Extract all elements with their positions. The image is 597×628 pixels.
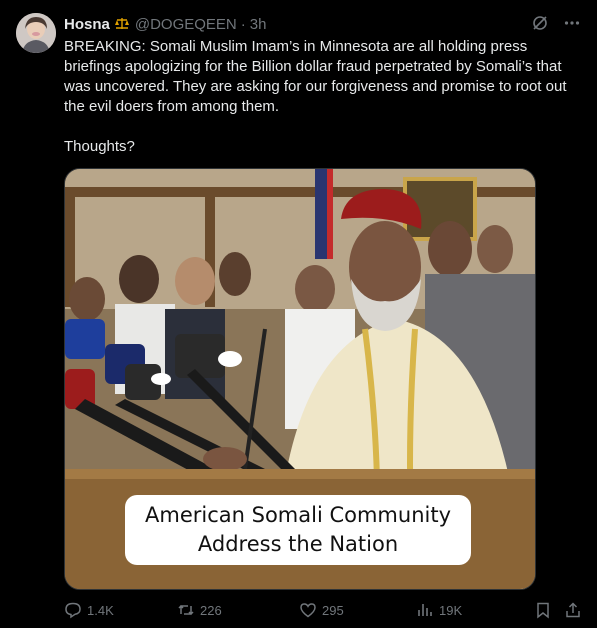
share-icon <box>566 602 580 618</box>
reply-count: 1.4K <box>87 602 114 618</box>
post-header: Hosna @DOGEQEEN · 3h <box>64 14 266 34</box>
post-text-question: Thoughts? <box>64 138 135 155</box>
like-button[interactable]: 295 <box>299 601 344 619</box>
repost-icon <box>178 604 194 616</box>
reply-icon <box>65 602 81 619</box>
scales-icon <box>114 16 130 32</box>
views-button[interactable]: 19K <box>416 601 462 619</box>
repost-count: 226 <box>200 602 222 618</box>
views-count: 19K <box>439 602 463 618</box>
avatar-image <box>16 13 56 53</box>
action-bar: 1.4K 226 295 19K <box>64 599 584 621</box>
share-button[interactable] <box>564 601 582 619</box>
post-text-paragraph: BREAKING: Somali Muslim Imam’s in Minnes… <box>64 38 567 115</box>
reply-button[interactable]: 1.4K <box>64 601 114 619</box>
caption-line-1: American Somali Community <box>145 503 451 527</box>
views-icon <box>418 604 432 616</box>
video-media[interactable]: American Somali Community Address the Na… <box>64 168 536 590</box>
grok-icon[interactable] <box>531 14 549 32</box>
repost-button[interactable]: 226 <box>177 601 222 619</box>
post[interactable]: Hosna @DOGEQEEN · 3h BREAKING: Somali Mu… <box>0 0 597 628</box>
post-text: BREAKING: Somali Muslim Imam’s in Minnes… <box>64 37 584 157</box>
video-caption: American Somali Community Address the Na… <box>125 495 471 565</box>
author-handle[interactable]: @DOGEQEEN <box>135 16 237 33</box>
avatar[interactable] <box>16 13 56 53</box>
post-time[interactable]: 3h <box>250 16 267 33</box>
caption-line-2: Address the Nation <box>197 532 399 556</box>
top-actions <box>531 14 581 32</box>
like-count: 295 <box>322 602 344 618</box>
bookmark-button[interactable] <box>534 601 552 619</box>
heart-icon <box>300 603 316 618</box>
bookmark-icon <box>537 602 549 619</box>
author-name[interactable]: Hosna <box>64 16 110 33</box>
separator: · <box>240 15 246 33</box>
more-options-icon[interactable] <box>563 14 581 32</box>
